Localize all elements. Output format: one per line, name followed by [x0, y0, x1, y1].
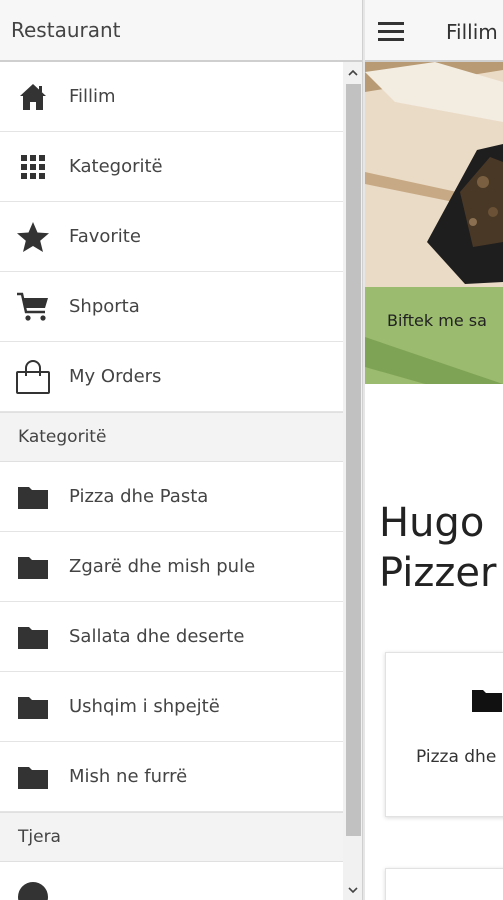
- banner-caption-text: Biftek me sa: [387, 311, 487, 330]
- navigation-drawer: Restaurant Fillim Kategoritë Favorite Sh…: [0, 0, 363, 900]
- category-item-mish[interactable]: Mish ne furrë: [0, 742, 343, 812]
- folder-icon: [15, 619, 51, 655]
- app-toolbar: Fillim: [365, 0, 503, 62]
- folder-icon: [471, 687, 503, 717]
- nav-item-my-orders[interactable]: My Orders: [0, 342, 343, 412]
- drawer-list: Fillim Kategoritë Favorite Shporta My Or…: [0, 62, 343, 900]
- folder-icon: [15, 689, 51, 725]
- scrollbar-thumb[interactable]: [346, 84, 361, 836]
- nav-item-label: Fillim: [69, 86, 116, 107]
- grid-icon: [15, 149, 51, 185]
- star-icon: [15, 219, 51, 255]
- scroll-down-icon[interactable]: [343, 880, 362, 900]
- heading-line-1: Hugo: [379, 500, 485, 546]
- other-item[interactable]: [0, 862, 343, 900]
- restaurant-heading: Hugo Pizzer: [379, 498, 496, 598]
- folder-icon: [15, 759, 51, 795]
- category-item-ushqim[interactable]: Ushqim i shpejtë: [0, 672, 343, 742]
- section-header-other: Tjera: [0, 812, 343, 862]
- category-label: Mish ne furrë: [69, 766, 188, 787]
- category-label: Zgarë dhe mish pule: [69, 556, 256, 577]
- nav-item-fillim[interactable]: Fillim: [0, 62, 343, 132]
- app-main: Fillim Biftek me sa Hugo Pizzer Pizza dh…: [365, 0, 503, 900]
- category-item-zgare[interactable]: Zgarë dhe mish pule: [0, 532, 343, 602]
- info-icon: [15, 879, 51, 900]
- category-card[interactable]: Pizza dhe: [385, 652, 503, 817]
- category-item-sallata[interactable]: Sallata dhe deserte: [0, 602, 343, 672]
- category-card-label: Pizza dhe: [416, 747, 497, 767]
- nav-item-label: My Orders: [69, 366, 162, 387]
- nav-item-kategorite[interactable]: Kategoritë: [0, 132, 343, 202]
- drawer-scrollbar[interactable]: [343, 62, 362, 900]
- category-label: Ushqim i shpejtë: [69, 696, 220, 717]
- nav-item-label: Shporta: [69, 296, 140, 317]
- section-header-categories: Kategoritë: [0, 412, 343, 462]
- home-icon: [15, 79, 51, 115]
- banner-caption: Biftek me sa: [365, 287, 503, 384]
- banner-image: [365, 62, 503, 287]
- cart-icon: [15, 289, 51, 325]
- drawer-header: Restaurant: [0, 0, 362, 62]
- menu-icon[interactable]: [378, 22, 404, 42]
- scroll-up-icon[interactable]: [343, 62, 362, 82]
- app-title: Fillim: [446, 20, 498, 44]
- nav-item-label: Kategoritë: [69, 156, 163, 177]
- category-item-pizza-pasta[interactable]: Pizza dhe Pasta: [0, 462, 343, 532]
- bag-icon: [15, 359, 51, 395]
- nav-item-shporta[interactable]: Shporta: [0, 272, 343, 342]
- folder-icon: [15, 549, 51, 585]
- category-label: Sallata dhe deserte: [69, 626, 245, 647]
- category-label: Pizza dhe Pasta: [69, 486, 209, 507]
- heading-line-2: Pizzer: [379, 550, 497, 596]
- folder-icon: [15, 479, 51, 515]
- nav-item-label: Favorite: [69, 226, 141, 247]
- drawer-title: Restaurant: [11, 18, 121, 42]
- category-card[interactable]: [385, 868, 503, 900]
- featured-banner[interactable]: Biftek me sa: [365, 62, 503, 384]
- nav-item-favorite[interactable]: Favorite: [0, 202, 343, 272]
